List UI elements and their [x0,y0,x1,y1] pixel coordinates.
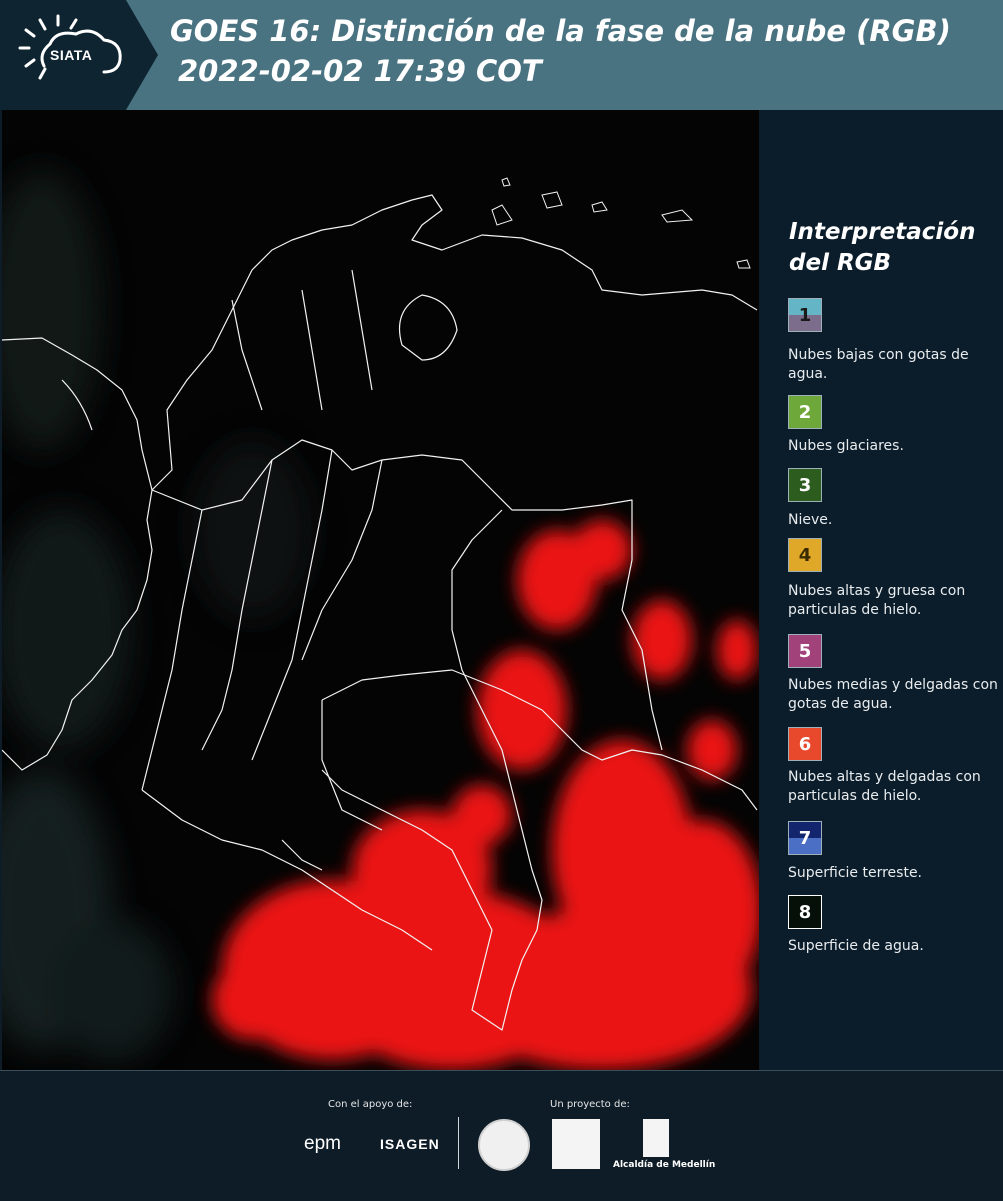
legend-swatch-7: 7 [788,821,822,855]
legend-number-7: 7 [798,827,812,849]
legend-swatch-6: 6 [788,727,822,761]
legend-swatch-1: 1 [788,298,822,332]
footer-divider [458,1117,459,1169]
legend-number-3: 3 [798,474,812,496]
legend-swatch-4: 4 [788,538,822,572]
siata-logo-text: SIATA [50,47,93,63]
project-label: Un proyecto de: [550,1099,630,1110]
legend-swatch-8: 8 [788,895,822,929]
legend-number-4: 4 [798,544,812,566]
alcaldia-shield-logo [643,1119,669,1157]
legend-label-2: Nubes glaciares. [788,438,904,454]
legend-title: Interpretación del RGB [789,219,976,276]
footer-bar: Con el apoyo de: Un proyecto de: epm ISA… [0,1070,1003,1201]
legend-number-1: 1 [798,304,812,326]
university-seal-logo [478,1119,530,1171]
support-label: Con el apoyo de: [328,1099,413,1110]
alcaldia-label: Alcaldía de Medellín [613,1160,716,1170]
legend-swatch-5: 5 [788,634,822,668]
satellite-map [2,110,759,1070]
siata-logo: SIATA [0,0,158,110]
legend-label-7: Superficie terreste. [788,865,923,881]
legend-label-3: Nieve. [788,512,833,528]
legend-label-8: Superficie de agua. [788,938,924,954]
legend-swatch-3: 3 [788,468,822,502]
header-bar: SIATA GOES 16: Distinción de la fase de … [0,0,1003,110]
legend-number-2: 2 [798,401,812,423]
legend-label-5: Nubes medias y delgadas con gotas de agu… [788,677,998,712]
legend-number-6: 6 [798,733,812,755]
area-metropolitana-logo [552,1119,600,1169]
legend-number-5: 5 [798,640,812,662]
legend-label-4: Nubes altas y gruesa con particulas de h… [788,583,966,618]
legend-number-8: 8 [798,901,812,923]
isagen-logo: ISAGEN [380,1136,440,1152]
epm-logo: epm [304,1133,341,1154]
page-title: GOES 16: Distinción de la fase de la nub… [170,14,951,48]
legend-label-6: Nubes altas y delgadas con particulas de… [788,769,981,804]
legend-label-1: Nubes bajas con gotas de agua. [788,347,969,382]
legend-panel: Interpretación del RGB 1 Nubes bajas con… [760,110,1003,1070]
timestamp-title: 2022-02-02 17:39 COT [178,54,542,88]
legend-swatch-2: 2 [788,395,822,429]
